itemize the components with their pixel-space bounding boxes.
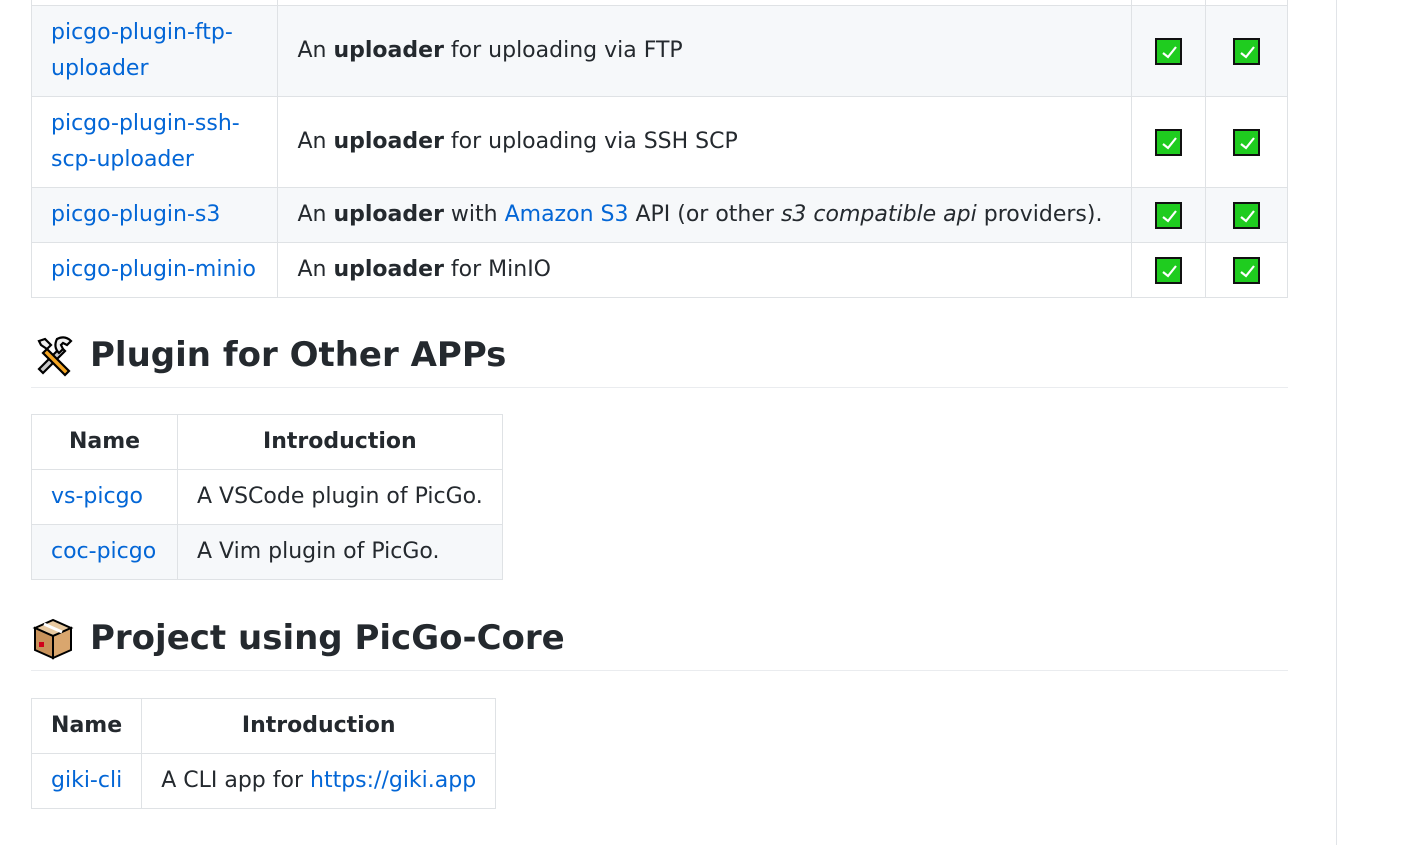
table-row: picgo-plugin-ftp-uploader An uploader fo…: [30, 5, 1288, 97]
plugin-name-cell: picgo-plugin-s3: [30, 187, 279, 243]
app-name-cell: vs-picgo: [31, 469, 178, 525]
check-mark-icon: [1155, 201, 1183, 229]
table-header-row: Name Introduction: [31, 414, 503, 470]
check-mark-icon: [1233, 201, 1261, 229]
support-check-cell: [1205, 5, 1288, 97]
app-name-cell: coc-picgo: [31, 524, 178, 580]
plugin-link[interactable]: picgo-plugin-ssh-scp-uploader: [51, 111, 240, 172]
table-header-row: Name Introduction: [30, 698, 497, 754]
table-row: picgo-plugin-minio An uploader for MinIO: [30, 242, 1288, 298]
plugin-name-cell: picgo-plugin-ftp-uploader: [30, 5, 279, 97]
amazon-s3-link[interactable]: Amazon S3: [505, 202, 629, 227]
check-mark-icon: [1155, 256, 1183, 284]
table-row: picgo-plugin-ssh-scp-uploader An uploade…: [30, 96, 1288, 188]
package-icon: [31, 616, 75, 660]
check-mark-icon: [1233, 128, 1261, 156]
table-row: vs-picgo A VSCode plugin of PicGo.: [31, 469, 503, 525]
app-link[interactable]: vs-picgo: [51, 484, 143, 509]
other-apps-table: Name Introduction vs-picgo A VSCode plug…: [31, 414, 503, 580]
support-check-cell: [1131, 5, 1207, 97]
app-link[interactable]: coc-picgo: [51, 539, 156, 564]
check-mark-icon: [1233, 37, 1261, 65]
project-intro-cell: A CLI app for https://giki.app: [141, 753, 497, 809]
readme-page: picgo-plugin-ftp-uploader An uploader fo…: [0, 0, 1406, 845]
check-mark-icon: [1155, 37, 1183, 65]
plugin-link[interactable]: picgo-plugin-s3: [51, 202, 220, 227]
giki-app-link[interactable]: https://giki.app: [310, 768, 476, 793]
section-title: Plugin for Other APPs: [90, 335, 507, 375]
column-header-introduction: Introduction: [141, 698, 497, 754]
column-header-name: Name: [31, 414, 178, 470]
table-row: coc-picgo A Vim plugin of PicGo.: [31, 524, 503, 580]
plugin-name-cell: picgo-plugin-ssh-scp-uploader: [30, 96, 279, 188]
check-mark-icon: [1155, 128, 1183, 156]
hammer-and-wrench-icon: [31, 333, 75, 377]
section-heading-other-apps: Plugin for Other APPs: [31, 333, 1288, 388]
column-header-introduction: Introduction: [177, 414, 503, 470]
app-intro-cell: A VSCode plugin of PicGo.: [177, 469, 503, 525]
section-title: Project using PicGo-Core: [90, 618, 565, 658]
plugin-link[interactable]: picgo-plugin-minio: [51, 257, 256, 282]
project-link[interactable]: giki-cli: [51, 768, 122, 793]
check-mark-icon: [1233, 256, 1261, 284]
plugin-description-cell: An uploader for uploading via FTP: [277, 5, 1133, 97]
support-check-cell: [1205, 242, 1288, 298]
table-row: giki-cli A CLI app for https://giki.app: [30, 753, 497, 809]
plugin-description-cell: An uploader with Amazon S3 API (or other…: [277, 187, 1133, 243]
column-header-name: Name: [30, 698, 143, 754]
support-check-cell: [1205, 96, 1288, 188]
support-check-cell: [1131, 242, 1207, 298]
support-check-cell: [1205, 187, 1288, 243]
support-check-cell: [1131, 187, 1207, 243]
projects-table: Name Introduction giki-cli A CLI app for…: [30, 698, 497, 809]
plugin-name-cell: picgo-plugin-minio: [30, 242, 279, 298]
plugin-link[interactable]: picgo-plugin-ftp-uploader: [51, 20, 233, 81]
page-divider: [1336, 0, 1337, 845]
plugin-description-cell: An uploader for MinIO: [277, 242, 1133, 298]
project-name-cell: giki-cli: [30, 753, 143, 809]
table-row: picgo-plugin-s3 An uploader with Amazon …: [30, 187, 1288, 243]
app-intro-cell: A Vim plugin of PicGo.: [177, 524, 503, 580]
section-heading-projects: Project using PicGo-Core: [31, 616, 1288, 671]
uploader-plugin-table: picgo-plugin-ftp-uploader An uploader fo…: [30, 0, 1288, 298]
plugin-description-cell: An uploader for uploading via SSH SCP: [277, 96, 1133, 188]
support-check-cell: [1131, 96, 1207, 188]
